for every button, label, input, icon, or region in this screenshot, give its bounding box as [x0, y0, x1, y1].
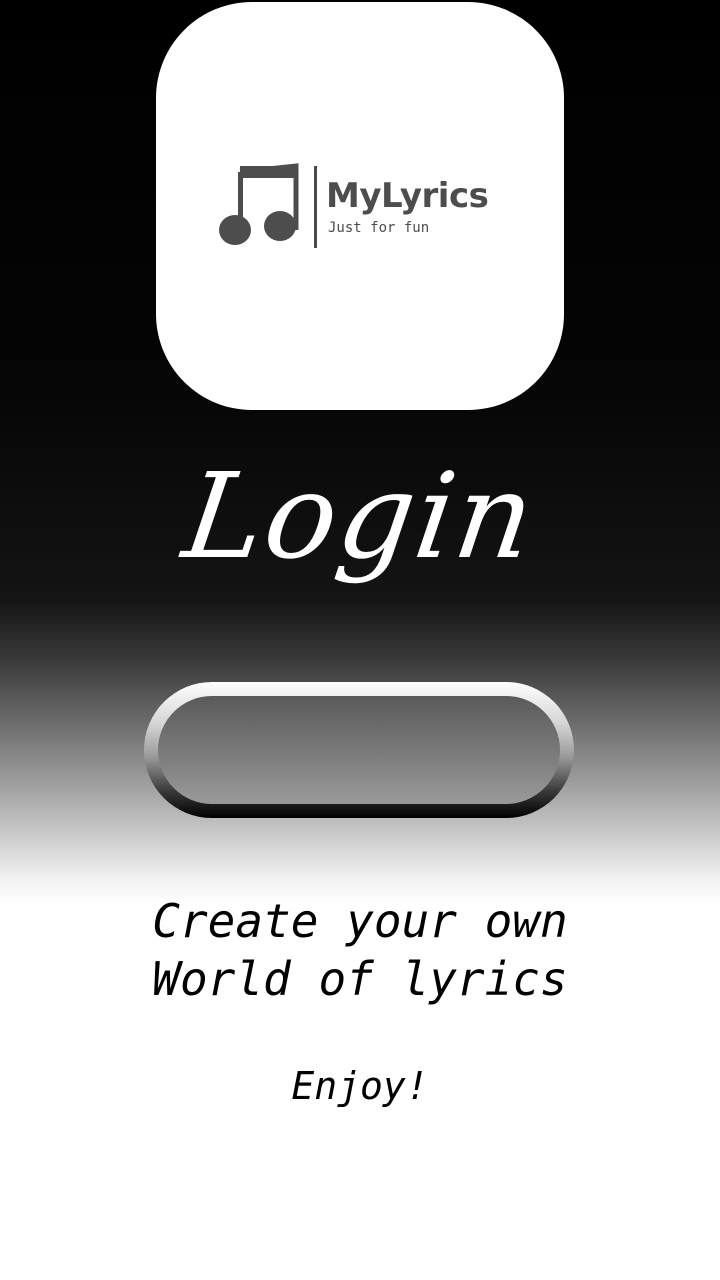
tagline: Create your own World of lyrics: [110, 892, 610, 1008]
app-name: MyLyrics: [326, 176, 489, 216]
tagline-line-1: Create your own: [152, 894, 568, 948]
enjoy-text: Enjoy!: [291, 1064, 429, 1108]
app-tagline: Just for fun: [328, 220, 430, 236]
logo-divider: [314, 166, 317, 248]
music-note-icon: [219, 163, 299, 245]
login-title: Login: [176, 447, 545, 585]
login-button[interactable]: [144, 682, 574, 818]
app-logo-card: MyLyrics Just for fun: [156, 2, 564, 410]
app-logo: MyLyrics Just for fun: [218, 162, 518, 252]
tagline-line-2: World of lyrics: [152, 952, 568, 1006]
